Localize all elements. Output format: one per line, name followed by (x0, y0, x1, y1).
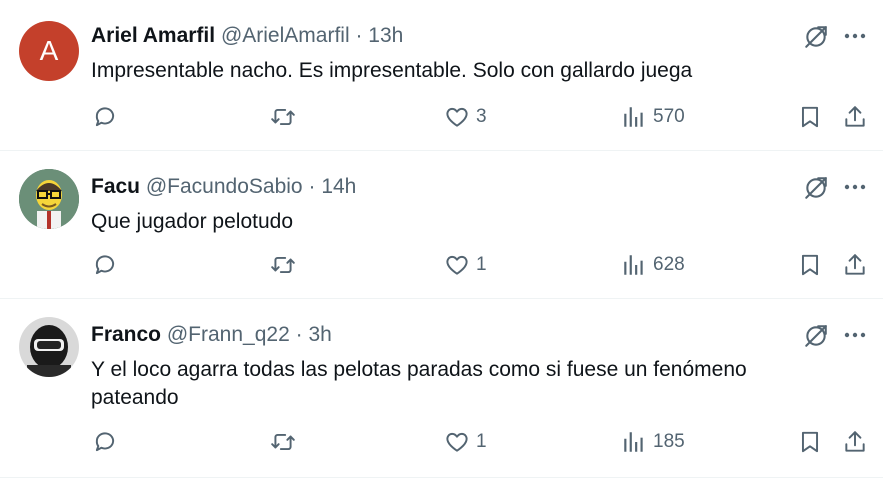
reply-button[interactable] (92, 250, 118, 280)
tweet-header: Franco @Frann_q22 · 3h (91, 322, 332, 348)
like-button[interactable]: 1 (444, 250, 487, 280)
reply-icon (92, 429, 118, 455)
retweet-button[interactable] (270, 102, 296, 132)
cartoon-avatar-icon (19, 169, 79, 229)
views-button[interactable]: 570 (621, 102, 685, 132)
bookmark-icon (797, 429, 823, 455)
reply-icon (92, 104, 118, 130)
separator: · (355, 24, 363, 47)
like-count: 1 (476, 254, 487, 275)
tweet-header: Facu @FacundoSabio · 14h (91, 174, 356, 200)
display-name[interactable]: Ariel Amarfil (91, 24, 215, 47)
timestamp[interactable]: 13h (368, 24, 403, 47)
display-name[interactable]: Facu (91, 175, 140, 198)
grok-icon[interactable] (803, 323, 829, 349)
like-button[interactable]: 3 (444, 102, 487, 132)
handle[interactable]: @FacundoSabio (146, 175, 303, 198)
timestamp[interactable]: 14h (321, 175, 356, 198)
helmet-avatar-icon (19, 317, 79, 377)
like-count: 3 (476, 106, 487, 127)
timestamp[interactable]: 3h (308, 323, 331, 346)
like-icon (444, 252, 470, 278)
separator: · (308, 175, 316, 198)
avatar[interactable] (19, 169, 79, 229)
handle[interactable]: @Frann_q22 (167, 323, 290, 346)
avatar-letter: A (39, 35, 59, 66)
retweet-icon (270, 104, 296, 130)
more-icon[interactable] (842, 327, 868, 343)
grok-icon[interactable] (803, 175, 829, 201)
share-icon (842, 429, 868, 455)
views-icon (621, 252, 647, 278)
view-count: 185 (653, 431, 685, 452)
bookmark-icon (797, 104, 823, 130)
views-button[interactable]: 628 (621, 250, 685, 280)
action-bar: 3 570 (0, 102, 883, 132)
bookmark-icon (797, 252, 823, 278)
tweet[interactable]: A Ariel Amarfil @ArielAmarfil · 13h Impr… (0, 0, 883, 151)
separator: · (295, 323, 303, 346)
reply-icon (92, 252, 118, 278)
like-button[interactable]: 1 (444, 427, 487, 457)
views-button[interactable]: 185 (621, 427, 685, 457)
view-count: 570 (653, 106, 685, 127)
more-icon[interactable] (842, 28, 868, 44)
like-count: 1 (476, 431, 487, 452)
view-count: 628 (653, 254, 685, 275)
retweet-button[interactable] (270, 250, 296, 280)
tweet-header: Ariel Amarfil @ArielAmarfil · 13h (91, 23, 403, 49)
tweet[interactable]: Franco @Frann_q22 · 3h Y el loco agarra … (0, 299, 883, 478)
handle[interactable]: @ArielAmarfil (221, 24, 350, 47)
views-icon (621, 104, 647, 130)
share-icon (842, 252, 868, 278)
retweet-icon (270, 429, 296, 455)
display-name[interactable]: Franco (91, 323, 161, 346)
retweet-button[interactable] (270, 427, 296, 457)
share-button[interactable] (842, 102, 868, 132)
share-button[interactable] (842, 427, 868, 457)
reply-button[interactable] (92, 427, 118, 457)
like-icon (444, 429, 470, 455)
bookmark-button[interactable] (797, 102, 823, 132)
action-bar: 1 628 (0, 250, 883, 280)
views-icon (621, 429, 647, 455)
tweet-text: Que jugador pelotudo (91, 210, 293, 233)
bookmark-button[interactable] (797, 427, 823, 457)
like-icon (444, 104, 470, 130)
grok-icon[interactable] (803, 24, 829, 50)
tweet[interactable]: Facu @FacundoSabio · 14h Que jugador pel… (0, 151, 883, 299)
tweet-text: Y el loco agarra todas las pelotas parad… (91, 358, 747, 409)
reply-button[interactable] (92, 102, 118, 132)
share-icon (842, 104, 868, 130)
bookmark-button[interactable] (797, 250, 823, 280)
more-icon[interactable] (842, 179, 868, 195)
action-bar: 1 185 (0, 427, 883, 457)
share-button[interactable] (842, 250, 868, 280)
tweet-text: Impresentable nacho. Es impresentable. S… (91, 59, 693, 82)
retweet-icon (270, 252, 296, 278)
avatar[interactable] (19, 317, 79, 377)
avatar[interactable]: A (19, 21, 79, 81)
